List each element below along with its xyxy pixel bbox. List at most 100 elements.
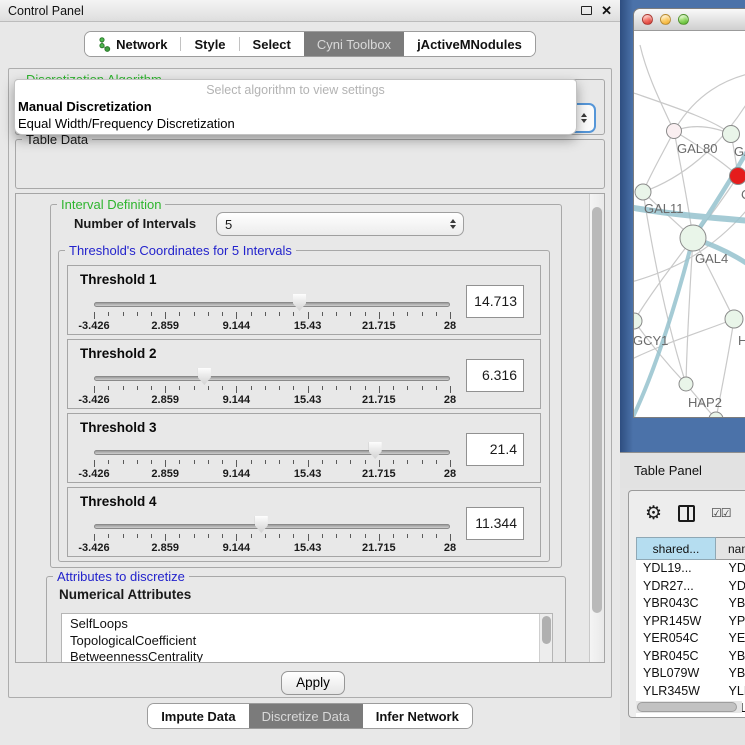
table-row[interactable]: YLR345WYLR3 xyxy=(636,683,745,701)
column-header-shared-name[interactable]: shared... xyxy=(636,537,716,560)
tab-select[interactable]: Select xyxy=(240,32,304,56)
network-node[interactable] xyxy=(730,168,745,185)
slider-tick xyxy=(407,386,408,390)
tab-cyni-toolbox-label: Cyni Toolbox xyxy=(317,37,391,52)
slider-thumb[interactable] xyxy=(255,516,268,533)
network-node[interactable] xyxy=(634,313,642,329)
attribute-list-item[interactable]: TopologicalCoefficient xyxy=(70,633,552,650)
slider-tick xyxy=(165,534,166,541)
slider-tick xyxy=(279,312,280,316)
float-window-icon[interactable] xyxy=(581,6,592,15)
slider-tick xyxy=(436,312,437,316)
tab-discretize-data[interactable]: Discretize Data xyxy=(249,704,363,728)
network-node[interactable] xyxy=(635,184,651,200)
gear-icon[interactable]: ⚙ xyxy=(645,504,662,523)
select-columns-icons[interactable]: ☑☑ xyxy=(711,506,731,520)
table-toolbar: ⚙ ☑☑ xyxy=(629,491,745,535)
mac-zoom-button[interactable] xyxy=(678,14,689,25)
slider-tick xyxy=(165,312,166,319)
columns-icon[interactable] xyxy=(678,505,695,522)
table-row[interactable]: YDL19...YDL1 xyxy=(636,560,745,578)
number-of-intervals-combobox[interactable]: 5 xyxy=(216,212,464,236)
column-header-name[interactable]: name xyxy=(716,537,745,560)
attributes-list-scrollbar[interactable] xyxy=(539,614,552,663)
mac-close-button[interactable] xyxy=(642,14,653,25)
threshold-slider-track[interactable] xyxy=(94,376,450,381)
network-node[interactable] xyxy=(667,124,682,139)
slider-tick xyxy=(265,534,266,538)
attribute-list-item[interactable]: BetweennessCentrality xyxy=(70,649,552,663)
threshold-value-box[interactable]: 11.344 xyxy=(466,507,524,540)
slider-tick-label: -3.426 xyxy=(78,468,109,480)
slider-tick xyxy=(379,460,380,467)
slider-tick xyxy=(436,534,437,538)
slider-tick-label: 2.859 xyxy=(151,320,179,332)
control-panel-titlebar: Control Panel ✕ xyxy=(0,0,620,22)
slider-tick xyxy=(322,386,323,390)
tab-infer-network[interactable]: Infer Network xyxy=(363,704,472,728)
algorithm-option-manual[interactable]: Manual Discretization xyxy=(18,99,152,114)
slider-tick xyxy=(251,312,252,316)
table-horizontal-scrollbar[interactable] xyxy=(636,701,742,713)
network-node[interactable] xyxy=(725,310,743,328)
algorithm-option-equal-width[interactable]: Equal Width/Frequency Discretization xyxy=(18,116,235,131)
slider-tick-label: 2.859 xyxy=(151,468,179,480)
cell-name: YBR0 xyxy=(717,595,745,613)
threshold-label: Threshold 4 xyxy=(80,494,157,509)
threshold-slider-track[interactable] xyxy=(94,302,450,307)
table-row[interactable]: YER054CYER0 xyxy=(636,630,745,648)
slider-tick xyxy=(393,534,394,538)
table-row[interactable]: YDR27...YDR2 xyxy=(636,578,745,596)
slider-tick xyxy=(336,534,337,538)
threshold-slider-track[interactable] xyxy=(94,524,450,529)
app-root: Control Panel ✕ Network xyxy=(0,0,745,745)
tab-network[interactable]: Network xyxy=(85,32,180,56)
bottom-tab-bar: Impute Data Discretize Data Infer Networ… xyxy=(147,703,473,729)
slider-tick xyxy=(450,460,451,467)
table-row[interactable]: YBR045CYBR0 xyxy=(636,648,745,666)
tab-jactivemnodules[interactable]: jActiveMNodules xyxy=(404,32,535,56)
tab-cyni-toolbox[interactable]: Cyni Toolbox xyxy=(304,32,404,56)
numerical-attributes-label: Numerical Attributes xyxy=(59,587,191,602)
threshold-label: Threshold 1 xyxy=(80,272,157,287)
slider-tick xyxy=(222,534,223,538)
group-title-attributes: Attributes to discretize xyxy=(53,569,189,584)
slider-tick xyxy=(194,534,195,538)
network-node[interactable] xyxy=(680,225,706,251)
slider-tick xyxy=(251,534,252,538)
threshold-value-box[interactable]: 21.4 xyxy=(466,433,524,466)
network-window-titlebar xyxy=(634,9,745,31)
top-tab-bar: Network Style Select Cyni Toolbox jActiv… xyxy=(84,31,536,57)
table-row[interactable]: YBR043CYBR0 xyxy=(636,595,745,613)
apply-button[interactable]: Apply xyxy=(281,671,345,695)
attribute-list-item[interactable]: SelfLoops xyxy=(70,616,552,633)
slider-tick-label: 21.715 xyxy=(362,394,396,406)
network-node[interactable] xyxy=(679,377,693,391)
settings-vertical-scrollbar[interactable] xyxy=(589,194,604,662)
tab-style[interactable]: Style xyxy=(181,32,238,56)
mac-minimize-button[interactable] xyxy=(660,14,671,25)
network-node-label: GA xyxy=(734,144,745,159)
threshold-value-box[interactable]: 6.316 xyxy=(466,359,524,392)
slider-tick xyxy=(322,312,323,316)
slider-tick xyxy=(365,386,366,390)
slider-tick xyxy=(407,312,408,316)
slider-tick-label: 9.144 xyxy=(223,394,251,406)
threshold-slider-track[interactable] xyxy=(94,450,450,455)
network-canvas[interactable]: GAL80GACGAL11GAL4GCY1HHAP2 xyxy=(634,31,745,418)
threshold-panel: Threshold 2-3.4262.8599.14415.4321.71528… xyxy=(67,339,541,409)
network-node[interactable] xyxy=(723,126,740,143)
close-icon[interactable]: ✕ xyxy=(601,4,612,17)
table-row[interactable]: YBL079WYBL0 xyxy=(636,665,745,683)
table-row[interactable]: YPR145WYPR1 xyxy=(636,613,745,631)
numerical-attributes-list[interactable]: SelfLoopsTopologicalCoefficientBetweenne… xyxy=(61,613,553,663)
slider-tick xyxy=(365,460,366,464)
threshold-value-box[interactable]: 14.713 xyxy=(466,285,524,318)
slider-thumb[interactable] xyxy=(369,442,382,459)
tab-impute-data-label: Impute Data xyxy=(161,709,235,724)
slider-tick xyxy=(393,386,394,390)
slider-thumb[interactable] xyxy=(198,368,211,385)
slider-thumb[interactable] xyxy=(293,294,306,311)
tab-impute-data[interactable]: Impute Data xyxy=(148,704,248,728)
slider-tick-label: 9.144 xyxy=(223,320,251,332)
